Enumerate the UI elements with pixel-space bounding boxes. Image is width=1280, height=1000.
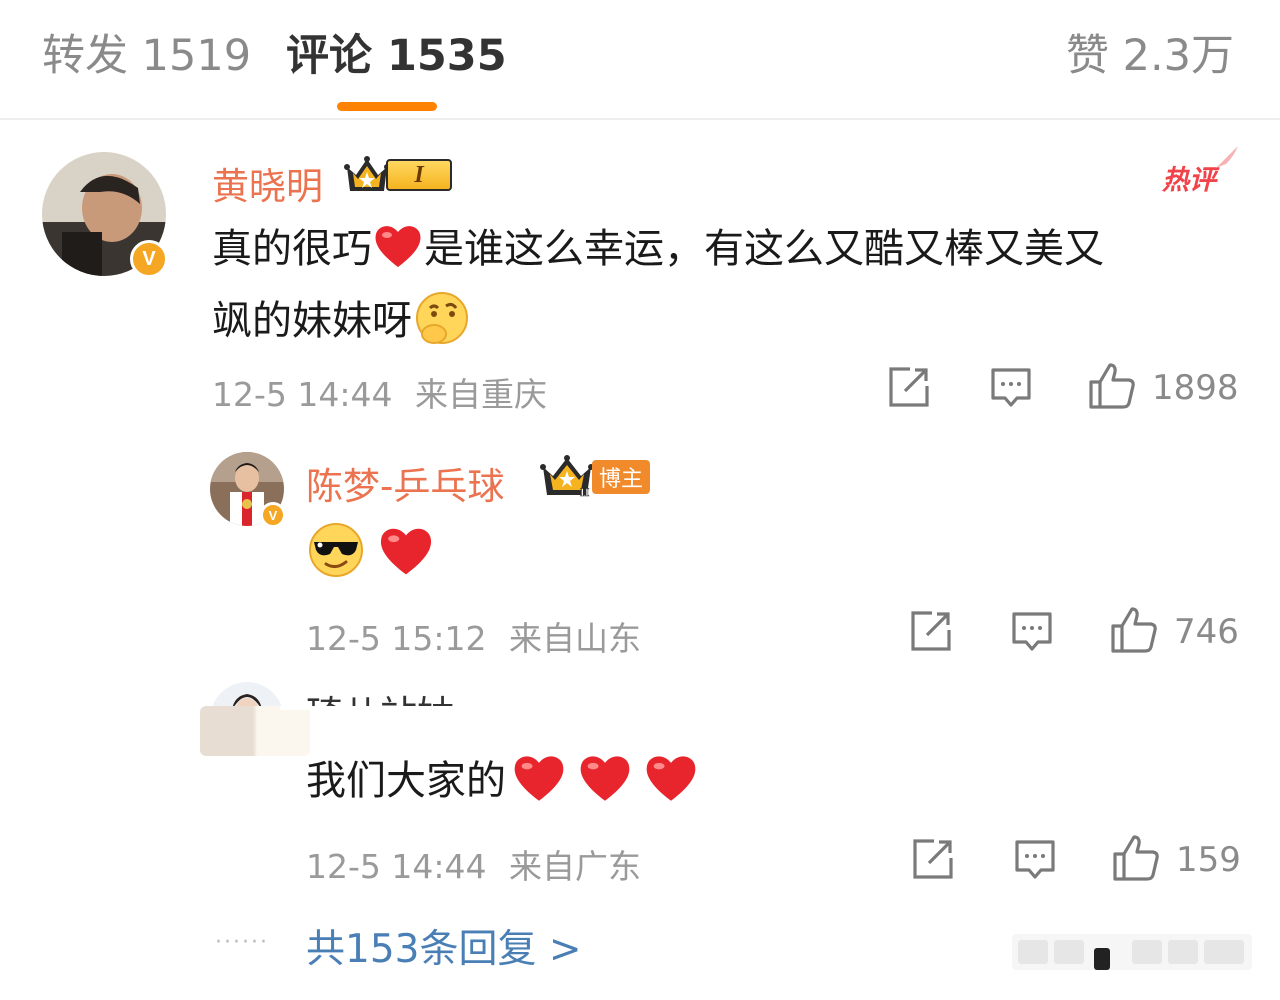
reply-icon[interactable] bbox=[1014, 839, 1056, 881]
like-count: 1898 bbox=[1152, 368, 1239, 408]
reply-icon[interactable] bbox=[990, 367, 1032, 409]
thinking-face-icon bbox=[416, 292, 468, 344]
sunglasses-face-icon bbox=[309, 523, 363, 577]
comment-text-part2: 是谁这么幸运，有这么又酷又棒又美又 bbox=[424, 226, 1104, 272]
reply-location: 来自广东 bbox=[509, 847, 641, 886]
reply-meta: 12-5 15:12 来自山东 bbox=[306, 612, 641, 660]
like-icon[interactable] bbox=[1112, 834, 1160, 882]
blurred-overlay bbox=[280, 706, 500, 710]
comment-text: 真的很巧 是谁这么幸运，有这么又酷又棒又美又 bbox=[212, 222, 1104, 275]
reply-icon[interactable] bbox=[1011, 611, 1053, 653]
heart-icon bbox=[514, 756, 564, 801]
crown-icon bbox=[344, 156, 390, 191]
author-tag: 博主 bbox=[592, 460, 650, 494]
share-icon[interactable] bbox=[910, 610, 952, 652]
member-level-badge: I bbox=[344, 155, 452, 195]
hot-flame-icon bbox=[1216, 146, 1238, 168]
tab-comment[interactable]: 评论 1535 bbox=[286, 30, 507, 82]
comment-text-part3: 飒的妹妹呀 bbox=[212, 298, 412, 344]
comment-author-name[interactable]: 黄晓明 bbox=[212, 156, 323, 210]
comment-tabs: 转发 1519 评论 1535 赞 2.3万 bbox=[0, 0, 1280, 120]
more-replies-dots: ······ bbox=[215, 930, 269, 955]
level-tag: I bbox=[386, 159, 452, 191]
avatar[interactable]: V bbox=[210, 452, 286, 528]
heart-icon bbox=[381, 528, 432, 575]
tab-like[interactable]: 赞 2.3万 bbox=[1066, 30, 1234, 82]
reply-text-content: 我们大家的 bbox=[306, 758, 506, 804]
like-icon[interactable] bbox=[1110, 606, 1158, 654]
like-count: 746 bbox=[1174, 612, 1239, 652]
heart-icon bbox=[646, 756, 696, 801]
comment-meta: 12-5 14:44 来自重庆 bbox=[212, 368, 547, 416]
heart-icon bbox=[580, 756, 630, 801]
comment-text-part1: 真的很巧 bbox=[212, 226, 372, 272]
verified-icon: V bbox=[130, 240, 168, 278]
reply-text bbox=[306, 520, 435, 580]
member-level-badge: II 博主 bbox=[540, 455, 650, 499]
reply-date: 12-5 15:12 bbox=[306, 619, 487, 658]
share-icon[interactable] bbox=[888, 366, 930, 408]
comment-location: 来自重庆 bbox=[415, 375, 547, 414]
more-replies-link[interactable]: 共153条回复 > bbox=[306, 918, 582, 974]
tab-repost[interactable]: 转发 1519 bbox=[42, 30, 251, 82]
reply-meta: 12-5 14:44 来自广东 bbox=[306, 840, 641, 888]
share-icon[interactable] bbox=[912, 838, 954, 880]
active-tab-indicator bbox=[337, 102, 437, 111]
watermark bbox=[1012, 934, 1252, 970]
like-count: 159 bbox=[1176, 840, 1241, 880]
avatar[interactable]: V bbox=[42, 152, 168, 278]
svg-text:II: II bbox=[580, 485, 590, 499]
crown-icon: II bbox=[540, 455, 594, 499]
reply-date: 12-5 14:44 bbox=[306, 847, 487, 886]
verified-icon: V bbox=[260, 502, 286, 528]
hot-comment-label: 热评 bbox=[1162, 165, 1216, 196]
reply-author-name[interactable]: 陈梦-乒乓球 bbox=[306, 456, 504, 510]
comment-text-line2: 飒的妹妹呀 bbox=[212, 290, 470, 347]
reply-location: 来自山东 bbox=[509, 619, 641, 658]
reply-text: 我们大家的 bbox=[306, 752, 700, 807]
heart-icon bbox=[375, 226, 421, 267]
blurred-overlay bbox=[200, 706, 310, 756]
comment-date: 12-5 14:44 bbox=[212, 375, 393, 414]
like-icon[interactable] bbox=[1088, 362, 1136, 410]
